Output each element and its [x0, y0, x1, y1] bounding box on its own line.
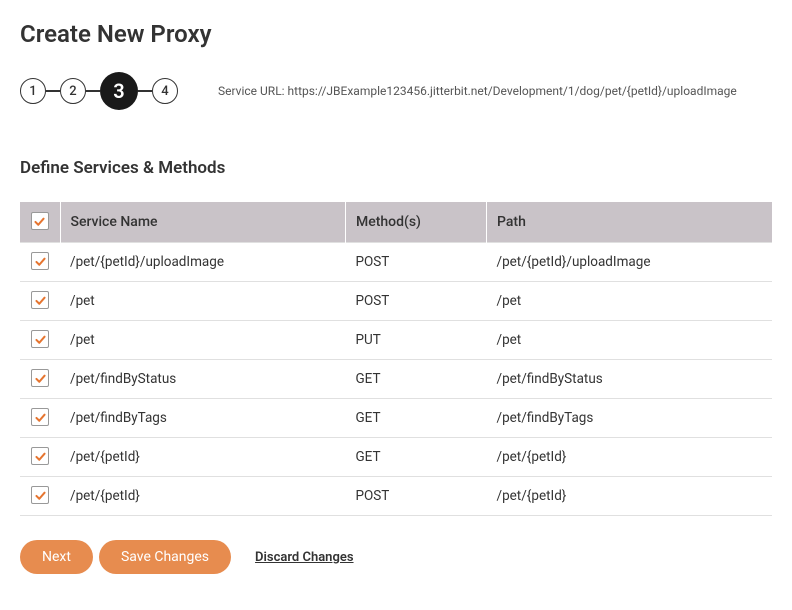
row-checkbox-cell — [20, 477, 60, 516]
check-icon — [34, 372, 47, 385]
step-2[interactable]: 2 — [60, 78, 86, 104]
row-checkbox[interactable] — [31, 408, 49, 426]
path-cell: /pet/findByTags — [487, 399, 773, 438]
table-row: /pet/findByTagsGET/pet/findByTags — [20, 399, 772, 438]
table-row: /petPUT/pet — [20, 321, 772, 360]
footer-actions: Next Save Changes Discard Changes — [20, 540, 772, 574]
row-checkbox[interactable] — [31, 252, 49, 270]
check-icon — [33, 215, 46, 228]
section-title-define-services: Define Services & Methods — [20, 158, 772, 178]
service-name-cell: /pet/findByStatus — [60, 360, 345, 399]
row-checkbox-cell — [20, 399, 60, 438]
step-connector — [86, 90, 100, 92]
table-row: /pet/findByStatusGET/pet/findByStatus — [20, 360, 772, 399]
check-icon — [34, 255, 47, 268]
path-cell: /pet — [487, 282, 773, 321]
service-name-cell: /pet — [60, 282, 345, 321]
row-checkbox[interactable] — [31, 486, 49, 504]
table-row: /petPOST/pet — [20, 282, 772, 321]
select-all-checkbox[interactable] — [31, 212, 49, 230]
path-cell: /pet — [487, 321, 773, 360]
stepper: 1234 — [20, 72, 178, 110]
path-cell: /pet/findByStatus — [487, 360, 773, 399]
table-row: /pet/{petId}/uploadImagePOST/pet/{petId}… — [20, 243, 772, 282]
service-name-cell: /pet/{petId}/uploadImage — [60, 243, 345, 282]
method-cell: PUT — [345, 321, 486, 360]
method-cell: POST — [345, 477, 486, 516]
service-name-cell: /pet/findByTags — [60, 399, 345, 438]
next-button[interactable]: Next — [20, 540, 93, 574]
header-service-name: Service Name — [60, 202, 345, 243]
table-row: /pet/{petId}GET/pet/{petId} — [20, 438, 772, 477]
service-name-cell: /pet — [60, 321, 345, 360]
check-icon — [34, 333, 47, 346]
services-table: Service Name Method(s) Path /pet/{petId}… — [20, 202, 772, 516]
check-icon — [34, 489, 47, 502]
row-checkbox[interactable] — [31, 447, 49, 465]
row-checkbox[interactable] — [31, 330, 49, 348]
path-cell: /pet/{petId} — [487, 438, 773, 477]
check-icon — [34, 450, 47, 463]
path-cell: /pet/{petId} — [487, 477, 773, 516]
row-checkbox-cell — [20, 321, 60, 360]
step-1[interactable]: 1 — [20, 78, 46, 104]
service-url-text: Service URL: https://JBExample123456.jit… — [218, 84, 737, 98]
services-table-wrapper: Service Name Method(s) Path /pet/{petId}… — [20, 202, 772, 516]
header-methods: Method(s) — [345, 202, 486, 243]
step-connector — [46, 90, 60, 92]
check-icon — [34, 411, 47, 424]
check-icon — [34, 294, 47, 307]
method-cell: POST — [345, 282, 486, 321]
service-name-cell: /pet/{petId} — [60, 477, 345, 516]
method-cell: GET — [345, 438, 486, 477]
path-cell: /pet/{petId}/uploadImage — [487, 243, 773, 282]
table-row: /pet/{petId}POST/pet/{petId} — [20, 477, 772, 516]
step-4[interactable]: 4 — [152, 78, 178, 104]
row-checkbox-cell — [20, 360, 60, 399]
discard-changes-link[interactable]: Discard Changes — [255, 550, 353, 565]
method-cell: POST — [345, 243, 486, 282]
save-changes-button[interactable]: Save Changes — [99, 540, 231, 574]
method-cell: GET — [345, 399, 486, 438]
row-checkbox[interactable] — [31, 291, 49, 309]
table-header-row: Service Name Method(s) Path — [20, 202, 772, 243]
step-connector — [138, 90, 152, 92]
header-path: Path — [487, 202, 773, 243]
row-checkbox-cell — [20, 282, 60, 321]
page-title: Create New Proxy — [20, 20, 772, 48]
service-name-cell: /pet/{petId} — [60, 438, 345, 477]
step-3[interactable]: 3 — [100, 72, 138, 110]
row-checkbox-cell — [20, 243, 60, 282]
header-checkbox-col — [20, 202, 60, 243]
row-checkbox[interactable] — [31, 369, 49, 387]
header-row: 1234 Service URL: https://JBExample12345… — [20, 72, 772, 110]
table-body: /pet/{petId}/uploadImagePOST/pet/{petId}… — [20, 243, 772, 516]
row-checkbox-cell — [20, 438, 60, 477]
method-cell: GET — [345, 360, 486, 399]
